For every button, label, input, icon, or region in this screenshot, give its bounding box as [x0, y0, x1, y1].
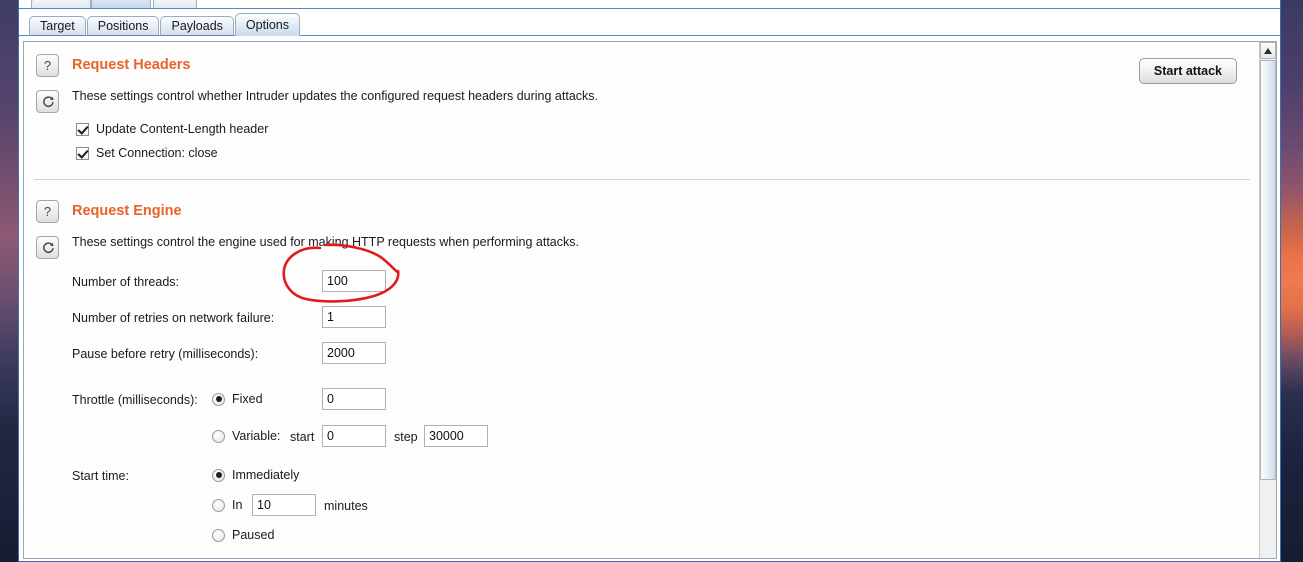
- start-time-in-radio-row[interactable]: In: [212, 498, 242, 512]
- retries-label: Number of retries on network failure:: [72, 311, 275, 325]
- start-time-immediately-radio[interactable]: [212, 468, 225, 482]
- threads-label: Number of threads:: [72, 275, 179, 289]
- partial-tab-1[interactable]: [31, 0, 91, 8]
- request-headers-title: Request Headers: [72, 57, 191, 73]
- start-time-paused-label: Paused: [232, 528, 275, 542]
- burp-intruder-window: Target Positions Payloads Options Start …: [18, 0, 1281, 562]
- tab-positions-label: Positions: [97, 19, 149, 33]
- tab-payloads-label: Payloads: [171, 19, 223, 33]
- throttle-start-input[interactable]: [322, 425, 386, 447]
- checkbox-update-content-length-label: Update Content-Length header: [96, 122, 269, 136]
- throttle-fixed-radio-row[interactable]: Fixed: [212, 392, 263, 406]
- throttle-variable-radio-row[interactable]: Variable:: [212, 429, 280, 443]
- request-engine-help-icon[interactable]: ?: [36, 200, 59, 223]
- tab-positions[interactable]: Positions: [86, 16, 160, 36]
- pause-before-retry-input[interactable]: [322, 342, 386, 364]
- partial-tab-2[interactable]: [91, 0, 151, 8]
- tab-options-label: Options: [245, 17, 290, 32]
- start-time-in-label: In: [232, 498, 243, 512]
- throttle-step-input[interactable]: [424, 425, 488, 447]
- throttle-variable-label: Variable:: [232, 429, 281, 443]
- tab-options[interactable]: Options: [234, 13, 301, 36]
- checkbox-set-connection-close-label: Set Connection: close: [96, 146, 218, 160]
- tab-target[interactable]: Target: [29, 16, 86, 36]
- refresh-arrow-glyph: [42, 241, 54, 253]
- checkbox-set-connection-close[interactable]: Set Connection: close: [76, 146, 218, 160]
- retries-input[interactable]: [322, 306, 386, 328]
- request-engine-title: Request Engine: [72, 203, 182, 219]
- checkbox-set-connection-close-box[interactable]: [76, 146, 89, 160]
- threads-input[interactable]: [322, 270, 386, 292]
- start-time-minutes-label: minutes: [324, 499, 368, 513]
- tab-payloads[interactable]: Payloads: [160, 16, 234, 36]
- refresh-arrow-glyph: [42, 95, 54, 107]
- throttle-fixed-radio[interactable]: [212, 392, 225, 406]
- throttle-fixed-label: Fixed: [232, 392, 263, 406]
- options-panel-content: Start attack ? Request Headers These set…: [24, 42, 1259, 558]
- request-engine-refresh-icon[interactable]: [36, 236, 59, 259]
- throttle-start-label: start: [290, 430, 315, 444]
- pause-before-retry-label: Pause before retry (milliseconds):: [72, 347, 259, 361]
- start-time-immediately-label: Immediately: [232, 468, 300, 482]
- scroll-up-arrow-icon[interactable]: [1260, 42, 1276, 59]
- start-time-in-minutes-input[interactable]: [252, 494, 316, 516]
- throttle-step-label: step: [394, 430, 418, 444]
- throttle-fixed-input[interactable]: [322, 388, 386, 410]
- intruder-tabbar: Target Positions Payloads Options: [19, 9, 1280, 36]
- start-time-in-radio[interactable]: [212, 498, 225, 512]
- checkbox-update-content-length-box[interactable]: [76, 122, 89, 136]
- start-time-paused-radio-row[interactable]: Paused: [212, 528, 274, 542]
- partial-tab-3[interactable]: [153, 0, 197, 8]
- start-attack-button[interactable]: Start attack: [1138, 58, 1237, 84]
- request-engine-description: These settings control the engine used f…: [72, 235, 579, 249]
- request-headers-description: These settings control whether Intruder …: [72, 89, 599, 103]
- scrollbar-thumb[interactable]: [1260, 60, 1276, 480]
- request-headers-refresh-icon[interactable]: [36, 90, 59, 113]
- options-panel: Start attack ? Request Headers These set…: [23, 41, 1277, 559]
- start-time-label: Start time:: [72, 469, 129, 483]
- throttle-label: Throttle (milliseconds):: [72, 393, 198, 407]
- triangle-up-glyph: [1264, 47, 1272, 54]
- request-headers-help-icon[interactable]: ?: [36, 54, 59, 77]
- throttle-variable-radio[interactable]: [212, 429, 225, 443]
- section-divider: [34, 179, 1250, 180]
- start-time-immediately-radio-row[interactable]: Immediately: [212, 468, 299, 482]
- checkbox-update-content-length[interactable]: Update Content-Length header: [76, 122, 268, 136]
- tab-target-label: Target: [40, 19, 75, 33]
- vertical-scrollbar[interactable]: [1259, 42, 1276, 558]
- start-time-paused-radio[interactable]: [212, 528, 225, 542]
- tab-list: Target Positions Payloads Options: [29, 13, 301, 36]
- partial-top-tabstrip: [19, 0, 1280, 9]
